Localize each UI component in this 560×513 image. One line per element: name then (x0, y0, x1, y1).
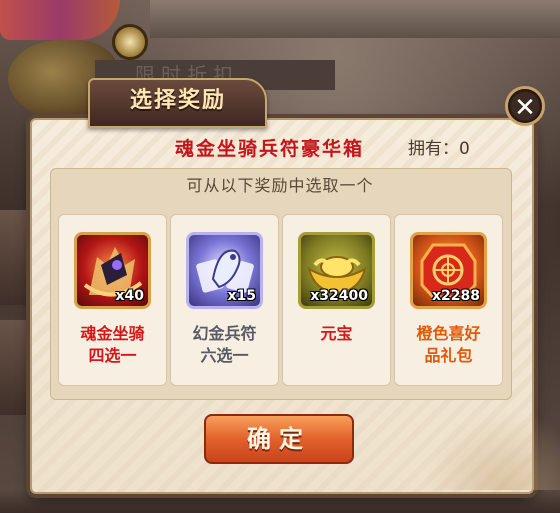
reward-quantity: x32400 (310, 288, 368, 304)
gold-ingot-icon: x32400 (298, 232, 375, 309)
chest-name: 魂金坐骑兵符豪华箱 (175, 138, 365, 160)
instruction-text: 可从以下奖励中选取一个 (186, 176, 374, 195)
mountain-decoration (420, 410, 560, 490)
reward-name-line2: 六选一 (200, 346, 249, 365)
dialog-title: 选择奖励 (129, 88, 226, 113)
reward-name-line1: 元宝 (320, 324, 353, 343)
top-bar-background (150, 0, 560, 38)
reward-quantity: x2288 (432, 288, 480, 304)
close-button[interactable]: ✕ (505, 86, 545, 126)
reward-name-line2: 四选一 (88, 346, 137, 365)
reward-card-gift[interactable]: x2288 橙色喜好 品礼包 (394, 214, 503, 386)
reward-name: 元宝 (283, 323, 390, 345)
reward-name-line1: 魂金坐骑 (80, 324, 145, 343)
tiger-tally-icon: x15 (186, 232, 263, 309)
reward-name: 魂金坐骑 四选一 (59, 323, 166, 367)
reward-name-line1: 幻金兵符 (192, 324, 257, 343)
reward-card-mount[interactable]: x40 魂金坐骑 四选一 (58, 214, 167, 386)
reward-name: 幻金兵符 六选一 (171, 323, 278, 367)
close-icon: ✕ (514, 93, 536, 123)
reward-quantity: x40 (115, 288, 144, 304)
owned-count: 0 (459, 139, 470, 159)
reward-name: 橙色喜好 品礼包 (395, 323, 502, 367)
reward-name-line2: 品礼包 (424, 346, 473, 365)
owned-label: 拥有： (408, 139, 459, 159)
reward-card-ingot[interactable]: x32400 元宝 (282, 214, 391, 386)
mount-icon: x40 (74, 232, 151, 309)
reward-quantity: x15 (227, 288, 256, 304)
medal-ornament (112, 24, 148, 60)
owned-count-label: 拥有：0 (408, 137, 470, 161)
confirm-button[interactable]: 确定 (204, 414, 354, 464)
gift-pack-icon: x2288 (410, 232, 487, 309)
reward-name-line1: 橙色喜好 (416, 324, 481, 343)
reward-card-tally[interactable]: x15 幻金兵符 六选一 (170, 214, 279, 386)
